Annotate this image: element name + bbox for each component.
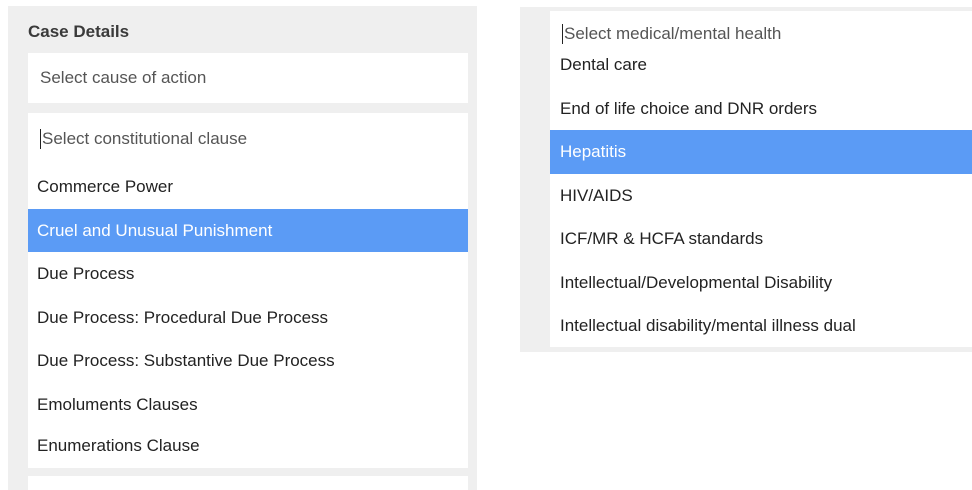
med-option-icf-mr-hcfa[interactable]: ICF/MR & HCFA standards [550, 217, 972, 261]
medical-health-dropdown: Select medical/mental health Dental care… [550, 11, 972, 347]
constitutional-clause-search-input[interactable]: Select constitutional clause [28, 113, 468, 165]
clause-option-emoluments-clauses[interactable]: Emoluments Clauses [28, 383, 468, 427]
med-option-dental-care[interactable]: Dental care [550, 43, 972, 87]
next-field-partial[interactable] [28, 476, 468, 490]
case-details-title: Case Details [28, 22, 130, 41]
cause-of-action-placeholder: Select cause of action [40, 68, 207, 87]
text-cursor [562, 23, 563, 44]
constitutional-clause-dropdown: Select constitutional clause Commerce Po… [28, 113, 468, 468]
constitutional-clause-options: Commerce Power Cruel and Unusual Punishm… [28, 165, 468, 466]
medical-health-options: Dental care End of life choice and DNR o… [550, 43, 972, 347]
constitutional-clause-placeholder: Select constitutional clause [42, 129, 248, 148]
text-cursor [40, 128, 41, 149]
med-option-end-of-life[interactable]: End of life choice and DNR orders [550, 87, 972, 131]
med-option-hepatitis[interactable]: Hepatitis [550, 130, 972, 174]
clause-option-due-process[interactable]: Due Process [28, 252, 468, 296]
clause-option-enumerations-clause[interactable]: Enumerations Clause [28, 426, 468, 466]
clause-option-procedural-due-process[interactable]: Due Process: Procedural Due Process [28, 296, 468, 340]
clause-option-commerce-power[interactable]: Commerce Power [28, 165, 468, 209]
cause-of-action-select[interactable]: Select cause of action [28, 53, 468, 103]
case-details-panel: Case Details Select cause of action Sele… [8, 6, 477, 490]
med-option-intellectual-disability-dual[interactable]: Intellectual disability/mental illness d… [550, 304, 972, 347]
med-option-hiv-aids[interactable]: HIV/AIDS [550, 174, 972, 218]
medical-health-placeholder: Select medical/mental health [564, 24, 782, 43]
med-option-intellectual-developmental-disability[interactable]: Intellectual/Developmental Disability [550, 261, 972, 305]
clause-option-cruel-and-unusual-punishment[interactable]: Cruel and Unusual Punishment [28, 208, 468, 252]
clause-option-substantive-due-process[interactable]: Due Process: Substantive Due Process [28, 339, 468, 383]
medical-health-panel: Select medical/mental health Dental care… [520, 7, 972, 352]
